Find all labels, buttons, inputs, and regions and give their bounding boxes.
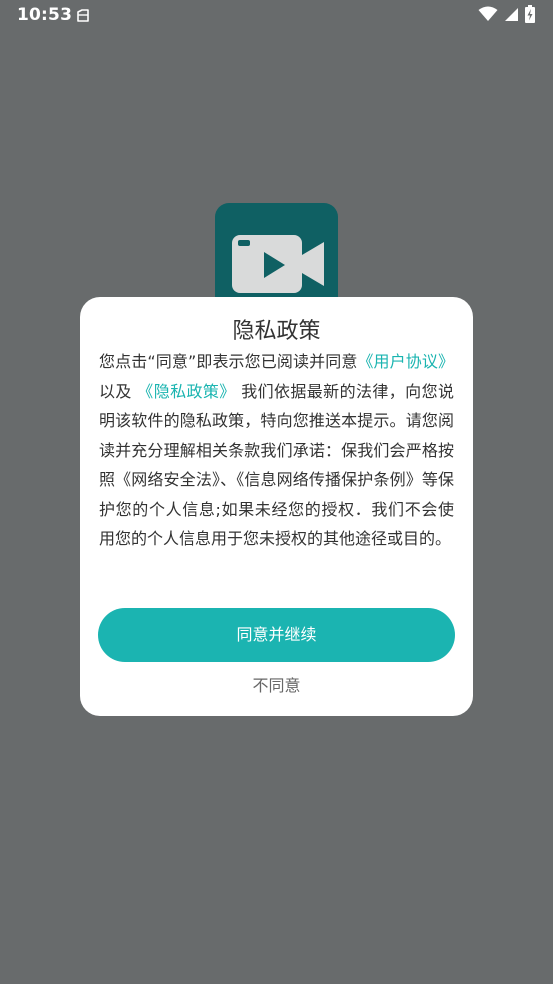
battery-icon — [525, 5, 535, 27]
status-icons — [478, 5, 535, 27]
signal-icon — [504, 7, 519, 26]
body-text-main: 我们依据最新的法律，向您说明该软件的隐私政策，特向您推送本提示。请您阅读并充分理… — [99, 381, 454, 549]
notification-icon — [75, 8, 91, 24]
body-text-intro: 您点击“同意”即表示您已阅读并同意 — [99, 352, 358, 371]
status-bar: 10:53 — [0, 0, 553, 32]
status-time: 10:53 — [17, 5, 73, 25]
dialog-body: 您点击“同意”即表示您已阅读并同意《用户协议》 以及 《隐私政策》 我们依据最新… — [99, 347, 454, 554]
disagree-button[interactable]: 不同意 — [80, 671, 473, 701]
dialog-title: 隐私政策 — [232, 319, 321, 344]
privacy-policy-link[interactable]: 《隐私政策》 — [137, 382, 235, 401]
video-camera-icon — [232, 235, 324, 293]
user-agreement-link[interactable]: 《用户协议》 — [357, 352, 454, 371]
wifi-icon — [478, 6, 498, 26]
body-text-and: 以及 — [99, 381, 132, 401]
agree-continue-button[interactable]: 同意并继续 — [98, 608, 455, 662]
privacy-policy-dialog: 隐私政策 您点击“同意”即表示您已阅读并同意《用户协议》 以及 《隐私政策》 我… — [80, 297, 473, 716]
